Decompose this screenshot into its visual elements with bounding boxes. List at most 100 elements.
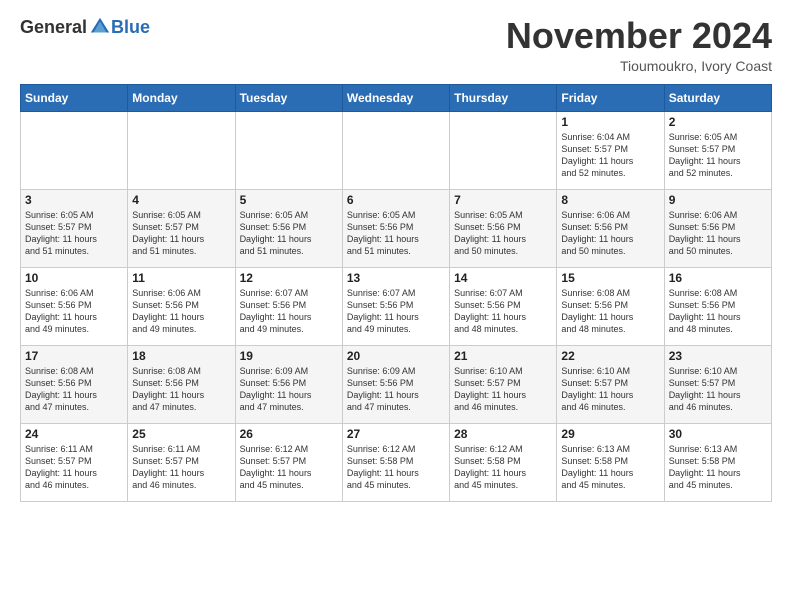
calendar-week-row: 24 Sunrise: 6:11 AMSunset: 5:57 PMDayligh… xyxy=(21,423,772,501)
calendar-cell: 27Sunrise: 6:12 AMSunset: 5:58 PMDayligh… xyxy=(342,423,449,501)
calendar-cell: 6 Sunrise: 6:05 AMSunset: 5:56 PMDaylight… xyxy=(342,189,449,267)
calendar-cell: 30 Sunrise: 6:13 AMSunset: 5:58 PMDayligh… xyxy=(664,423,771,501)
calendar-cell: 19Sunrise: 6:09 AMSunset: 5:56 PMDayligh… xyxy=(235,345,342,423)
day-number: 10 xyxy=(25,271,123,285)
calendar-cell: 15 Sunrise: 6:08 AMSunset: 5:56 PMDayligh… xyxy=(557,267,664,345)
day-info: Sunrise: 6:05 AMSunset: 5:56 PMDaylight:… xyxy=(240,209,338,258)
calendar-cell: 9 Sunrise: 6:06 AMSunset: 5:56 PMDaylight… xyxy=(664,189,771,267)
day-number: 8 xyxy=(561,193,659,207)
day-info: Sunrise: 6:05 AMSunset: 5:56 PMDaylight:… xyxy=(347,209,445,258)
day-of-week-header: Thursday xyxy=(450,84,557,111)
calendar-cell xyxy=(21,111,128,189)
logo-general: General xyxy=(20,17,87,38)
day-info: Sunrise: 6:05 AMSunset: 5:56 PMDaylight:… xyxy=(454,209,552,258)
day-number: 1 xyxy=(561,115,659,129)
day-of-week-header: Sunday xyxy=(21,84,128,111)
day-number: 17 xyxy=(25,349,123,363)
day-info: Sunrise: 6:07 AMSunset: 5:56 PMDaylight:… xyxy=(347,287,445,336)
day-number: 4 xyxy=(132,193,230,207)
day-info: Sunrise: 6:10 AMSunset: 5:57 PMDaylight:… xyxy=(561,365,659,414)
day-info: Sunrise: 6:12 AMSunset: 5:57 PMDaylight:… xyxy=(240,443,338,492)
day-of-week-header: Saturday xyxy=(664,84,771,111)
logo: General Blue xyxy=(20,16,150,38)
calendar-cell: 8 Sunrise: 6:06 AMSunset: 5:56 PMDaylight… xyxy=(557,189,664,267)
days-of-week-row: SundayMondayTuesdayWednesdayThursdayFrid… xyxy=(21,84,772,111)
day-number: 16 xyxy=(669,271,767,285)
calendar-cell: 7Sunrise: 6:05 AMSunset: 5:56 PMDaylight… xyxy=(450,189,557,267)
day-number: 6 xyxy=(347,193,445,207)
day-of-week-header: Monday xyxy=(128,84,235,111)
day-number: 24 xyxy=(25,427,123,441)
header: General Blue November 2024 Tioumoukro, I… xyxy=(20,16,772,74)
day-number: 22 xyxy=(561,349,659,363)
day-info: Sunrise: 6:06 AMSunset: 5:56 PMDaylight:… xyxy=(25,287,123,336)
calendar-cell: 11 Sunrise: 6:06 AMSunset: 5:56 PMDayligh… xyxy=(128,267,235,345)
day-number: 15 xyxy=(561,271,659,285)
day-info: Sunrise: 6:05 AMSunset: 5:57 PMDaylight:… xyxy=(132,209,230,258)
day-info: Sunrise: 6:08 AMSunset: 5:56 PMDaylight:… xyxy=(561,287,659,336)
month-title: November 2024 xyxy=(506,16,772,56)
calendar-cell: 25Sunrise: 6:11 AMSunset: 5:57 PMDayligh… xyxy=(128,423,235,501)
day-number: 13 xyxy=(347,271,445,285)
calendar-cell xyxy=(450,111,557,189)
day-info: Sunrise: 6:11 AMSunset: 5:57 PMDaylight:… xyxy=(25,443,123,492)
calendar-cell: 20 Sunrise: 6:09 AMSunset: 5:56 PMDayligh… xyxy=(342,345,449,423)
calendar-week-row: 10 Sunrise: 6:06 AMSunset: 5:56 PMDayligh… xyxy=(21,267,772,345)
calendar-body: 1 Sunrise: 6:04 AMSunset: 5:57 PMDaylight… xyxy=(21,111,772,501)
day-info: Sunrise: 6:08 AMSunset: 5:56 PMDaylight:… xyxy=(132,365,230,414)
day-info: Sunrise: 6:06 AMSunset: 5:56 PMDaylight:… xyxy=(132,287,230,336)
calendar: SundayMondayTuesdayWednesdayThursdayFrid… xyxy=(20,84,772,502)
day-info: Sunrise: 6:12 AMSunset: 5:58 PMDaylight:… xyxy=(347,443,445,492)
day-info: Sunrise: 6:08 AMSunset: 5:56 PMDaylight:… xyxy=(25,365,123,414)
day-info: Sunrise: 6:12 AMSunset: 5:58 PMDaylight:… xyxy=(454,443,552,492)
calendar-cell: 21Sunrise: 6:10 AMSunset: 5:57 PMDayligh… xyxy=(450,345,557,423)
calendar-week-row: 1 Sunrise: 6:04 AMSunset: 5:57 PMDaylight… xyxy=(21,111,772,189)
day-of-week-header: Friday xyxy=(557,84,664,111)
calendar-cell: 2Sunrise: 6:05 AMSunset: 5:57 PMDaylight… xyxy=(664,111,771,189)
day-number: 9 xyxy=(669,193,767,207)
calendar-cell: 26 Sunrise: 6:12 AMSunset: 5:57 PMDayligh… xyxy=(235,423,342,501)
day-info: Sunrise: 6:09 AMSunset: 5:56 PMDaylight:… xyxy=(347,365,445,414)
day-number: 28 xyxy=(454,427,552,441)
day-info: Sunrise: 6:08 AMSunset: 5:56 PMDaylight:… xyxy=(669,287,767,336)
logo-blue: Blue xyxy=(111,17,150,38)
calendar-header: SundayMondayTuesdayWednesdayThursdayFrid… xyxy=(21,84,772,111)
day-number: 20 xyxy=(347,349,445,363)
calendar-cell: 18 Sunrise: 6:08 AMSunset: 5:56 PMDayligh… xyxy=(128,345,235,423)
calendar-cell: 28 Sunrise: 6:12 AMSunset: 5:58 PMDayligh… xyxy=(450,423,557,501)
day-number: 19 xyxy=(240,349,338,363)
day-info: Sunrise: 6:10 AMSunset: 5:57 PMDaylight:… xyxy=(669,365,767,414)
day-number: 2 xyxy=(669,115,767,129)
day-number: 18 xyxy=(132,349,230,363)
calendar-week-row: 3 Sunrise: 6:05 AMSunset: 5:57 PMDaylight… xyxy=(21,189,772,267)
calendar-cell: 22 Sunrise: 6:10 AMSunset: 5:57 PMDayligh… xyxy=(557,345,664,423)
calendar-cell: 14Sunrise: 6:07 AMSunset: 5:56 PMDayligh… xyxy=(450,267,557,345)
day-info: Sunrise: 6:06 AMSunset: 5:56 PMDaylight:… xyxy=(669,209,767,258)
day-number: 11 xyxy=(132,271,230,285)
calendar-week-row: 17 Sunrise: 6:08 AMSunset: 5:56 PMDayligh… xyxy=(21,345,772,423)
logo-text: General Blue xyxy=(20,16,150,38)
day-info: Sunrise: 6:13 AMSunset: 5:58 PMDaylight:… xyxy=(669,443,767,492)
calendar-cell: 29 Sunrise: 6:13 AMSunset: 5:58 PMDayligh… xyxy=(557,423,664,501)
calendar-cell: 13 Sunrise: 6:07 AMSunset: 5:56 PMDayligh… xyxy=(342,267,449,345)
calendar-cell: 23 Sunrise: 6:10 AMSunset: 5:57 PMDayligh… xyxy=(664,345,771,423)
calendar-cell: 1 Sunrise: 6:04 AMSunset: 5:57 PMDaylight… xyxy=(557,111,664,189)
day-number: 30 xyxy=(669,427,767,441)
logo-icon xyxy=(89,16,111,38)
calendar-cell: 12Sunrise: 6:07 AMSunset: 5:56 PMDayligh… xyxy=(235,267,342,345)
calendar-cell: 5Sunrise: 6:05 AMSunset: 5:56 PMDaylight… xyxy=(235,189,342,267)
day-number: 14 xyxy=(454,271,552,285)
day-number: 26 xyxy=(240,427,338,441)
day-info: Sunrise: 6:06 AMSunset: 5:56 PMDaylight:… xyxy=(561,209,659,258)
day-number: 29 xyxy=(561,427,659,441)
day-info: Sunrise: 6:04 AMSunset: 5:57 PMDaylight:… xyxy=(561,131,659,180)
calendar-cell: 16 Sunrise: 6:08 AMSunset: 5:56 PMDayligh… xyxy=(664,267,771,345)
day-info: Sunrise: 6:07 AMSunset: 5:56 PMDaylight:… xyxy=(240,287,338,336)
day-info: Sunrise: 6:05 AMSunset: 5:57 PMDaylight:… xyxy=(25,209,123,258)
page: General Blue November 2024 Tioumoukro, I… xyxy=(0,0,792,512)
day-info: Sunrise: 6:13 AMSunset: 5:58 PMDaylight:… xyxy=(561,443,659,492)
calendar-cell: 17 Sunrise: 6:08 AMSunset: 5:56 PMDayligh… xyxy=(21,345,128,423)
day-number: 23 xyxy=(669,349,767,363)
day-number: 3 xyxy=(25,193,123,207)
calendar-cell xyxy=(128,111,235,189)
